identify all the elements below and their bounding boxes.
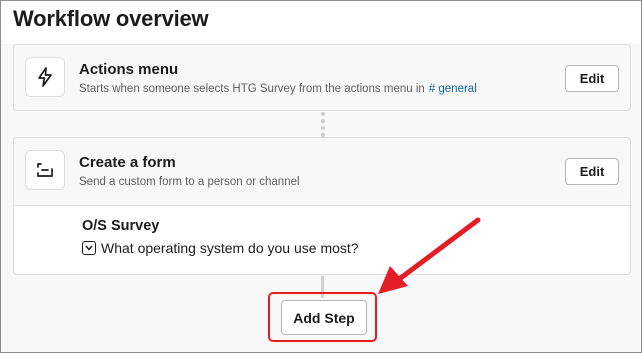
add-step-button[interactable]: Add Step	[281, 300, 367, 335]
step-card-actions-menu: Actions menu Starts when someone selects…	[13, 44, 631, 111]
lightning-icon	[25, 57, 65, 97]
step-description: Send a custom form to a person or channe…	[79, 176, 300, 188]
edit-button[interactable]: Edit	[565, 65, 619, 92]
step-card-create-form: Create a form Send a custom form to a pe…	[13, 137, 631, 275]
form-icon	[25, 150, 65, 190]
channel-link[interactable]: # general	[429, 83, 477, 95]
step-connector	[321, 276, 324, 298]
edit-button[interactable]: Edit	[565, 158, 619, 185]
step-description-text: Starts when someone selects HTG Survey f…	[79, 83, 425, 95]
step-connector	[321, 112, 325, 137]
form-question-text: What operating system do you use most?	[101, 240, 359, 256]
page-title: Workflow overview	[13, 6, 209, 31]
step-title: Actions menu	[79, 61, 179, 78]
dropdown-icon	[82, 241, 96, 255]
form-name: O/S Survey	[82, 218, 160, 234]
step-card-header: Create a form Send a custom form to a pe…	[14, 138, 630, 206]
form-question: What operating system do you use most?	[82, 240, 359, 256]
step-title: Create a form	[79, 154, 176, 171]
step-description: Starts when someone selects HTG Survey f…	[79, 83, 477, 95]
